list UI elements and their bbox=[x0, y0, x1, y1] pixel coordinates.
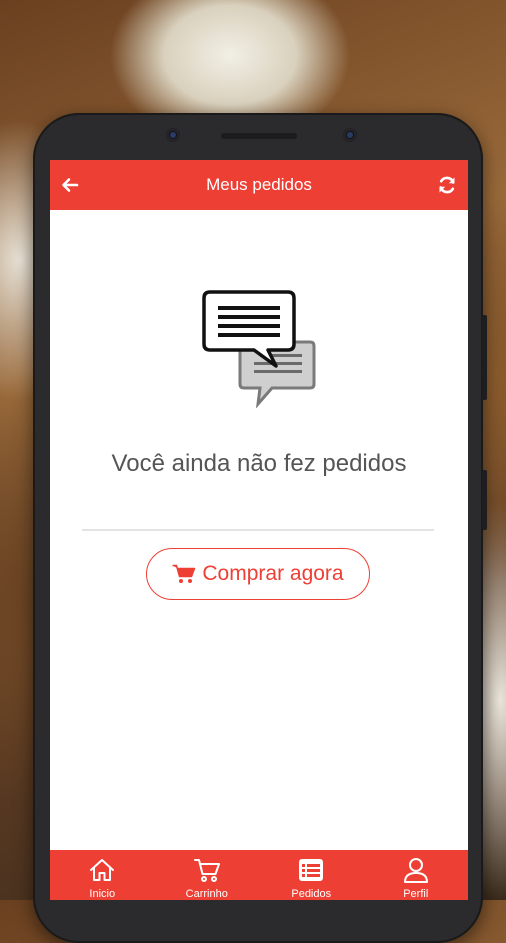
phone-sensor bbox=[166, 128, 180, 142]
cart-icon bbox=[193, 859, 220, 882]
home-icon bbox=[90, 859, 115, 881]
nav-item-perfil[interactable]: Perfil bbox=[364, 850, 469, 900]
shopping-cart-icon bbox=[172, 564, 196, 584]
app-bar: Meus pedidos bbox=[50, 160, 468, 210]
chat-bubbles-icon bbox=[202, 288, 318, 409]
phone-camera bbox=[343, 128, 357, 142]
nav-item-carrinho[interactable]: Carrinho bbox=[155, 850, 260, 900]
nav-item-pedidos[interactable]: Pedidos bbox=[259, 850, 364, 900]
buy-now-label: Comprar agora bbox=[202, 562, 344, 585]
bottom-navigation: Inicio Carrinho Pedidos Perfil bbox=[50, 850, 468, 900]
phone-power-button bbox=[482, 470, 487, 530]
nav-label-pedidos: Pedidos bbox=[291, 888, 332, 900]
nav-label-inicio: Inicio bbox=[89, 888, 116, 900]
arrow-left-icon[interactable] bbox=[60, 175, 80, 195]
page-title: Meus pedidos bbox=[206, 175, 312, 194]
nav-label-carrinho: Carrinho bbox=[185, 888, 228, 900]
nav-label-perfil: Perfil bbox=[403, 888, 429, 900]
divider bbox=[82, 529, 434, 531]
buy-now-button[interactable]: Comprar agora bbox=[146, 548, 370, 600]
phone-volume-button bbox=[482, 315, 487, 400]
nav-item-inicio[interactable]: Inicio bbox=[50, 850, 155, 900]
phone-speaker bbox=[221, 133, 297, 139]
refresh-icon[interactable] bbox=[437, 175, 457, 195]
app-screen: Meus pedidos Você ainda não fez pedidos bbox=[50, 160, 468, 900]
user-icon bbox=[403, 858, 428, 883]
empty-message: Você ainda não fez pedidos bbox=[111, 450, 407, 477]
list-icon bbox=[299, 859, 324, 881]
